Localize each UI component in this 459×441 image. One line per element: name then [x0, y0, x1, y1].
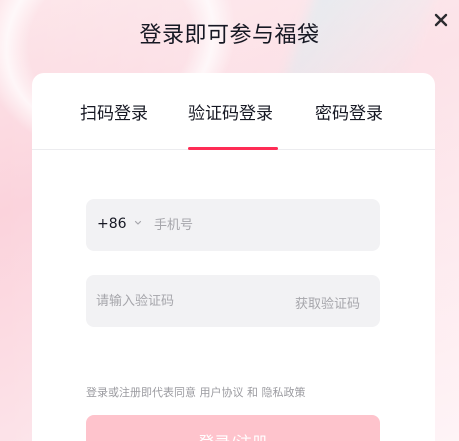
- tab-qr-login[interactable]: 扫码登录: [80, 99, 148, 124]
- tab-password-login[interactable]: 密码登录: [315, 99, 383, 124]
- tab-code-login[interactable]: 验证码登录: [188, 99, 273, 124]
- login-register-button[interactable]: 登录/注册: [86, 415, 380, 441]
- terms-notice: 登录或注册即代表同意 用户协议 和 隐私政策: [86, 384, 306, 400]
- verification-code-field: 获取验证码: [86, 275, 380, 327]
- close-button[interactable]: [429, 8, 453, 32]
- chevron-down-icon[interactable]: [133, 218, 143, 228]
- user-agreement-link[interactable]: 用户协议: [200, 386, 244, 399]
- login-card: 扫码登录 验证码登录 密码登录 +86 获取验证码 登录或注册即代表同意 用户协…: [32, 73, 435, 441]
- terms-prefix: 登录或注册即代表同意: [86, 386, 196, 399]
- privacy-policy-link[interactable]: 隐私政策: [262, 386, 306, 399]
- close-icon: [434, 13, 448, 27]
- verification-code-input[interactable]: [96, 275, 276, 327]
- phone-input[interactable]: [154, 199, 364, 251]
- get-code-button[interactable]: 获取验证码: [295, 293, 360, 312]
- terms-and: 和: [247, 386, 258, 399]
- country-code-select[interactable]: +86: [97, 216, 127, 232]
- login-tabs: 扫码登录 验证码登录 密码登录: [32, 73, 435, 150]
- phone-field: +86: [86, 199, 380, 251]
- active-tab-indicator: [188, 147, 278, 150]
- dialog-title: 登录即可参与福袋: [139, 23, 320, 48]
